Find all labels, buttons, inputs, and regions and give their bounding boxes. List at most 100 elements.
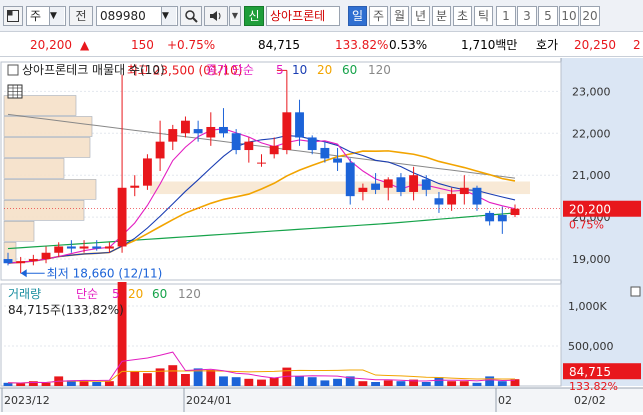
price-change-pct: +0.75% xyxy=(167,38,216,52)
turnover-pct: 0.53% xyxy=(389,38,428,52)
candle-body xyxy=(41,252,51,260)
candle-body xyxy=(282,112,292,151)
candle-body xyxy=(193,129,203,134)
volume-bar xyxy=(130,371,140,386)
bid-price: 2 xyxy=(633,38,641,52)
volume-profile-bar xyxy=(3,137,91,158)
volume-bar xyxy=(79,381,89,386)
candle-body xyxy=(396,177,406,192)
volume-profile-bar xyxy=(3,95,77,116)
market-select[interactable]: 주 ▼ xyxy=(26,6,66,26)
candle-body xyxy=(307,137,317,151)
interval-button-5[interactable]: 5 xyxy=(538,6,558,26)
tab-1[interactable]: 주 xyxy=(369,6,388,26)
stock-chart[interactable]: 23,00022,00021,00020,00019,000최고 23,500 … xyxy=(0,58,643,412)
tab-3[interactable]: 년 xyxy=(411,6,430,26)
candle-body xyxy=(447,194,457,205)
price-legend-name: 상아프론테크 매물대 수(10) xyxy=(22,63,165,77)
volume-bar xyxy=(269,378,279,386)
panel-close-icon[interactable] xyxy=(630,286,641,297)
volume-legend-ma-60: 60 xyxy=(152,287,167,301)
price-y-tick: 23,000 xyxy=(572,85,611,98)
tab-5[interactable]: 초 xyxy=(453,6,472,26)
tab-6[interactable]: 틱 xyxy=(474,6,493,26)
volume-profile-bar xyxy=(3,158,65,179)
volume-legend-ma-title: 단순 xyxy=(76,287,98,301)
period-button[interactable]: 전 xyxy=(69,6,93,26)
candle-body xyxy=(434,198,444,205)
volume-bar xyxy=(92,382,102,386)
candle-body xyxy=(181,120,190,134)
candle-body xyxy=(459,187,469,195)
volume-bar xyxy=(206,370,216,386)
x-axis-panel xyxy=(0,388,643,412)
candle-body xyxy=(66,246,76,249)
volume-bar xyxy=(320,380,330,386)
volume-bar xyxy=(459,381,469,386)
volume-bar xyxy=(383,380,393,386)
tab-4[interactable]: 분 xyxy=(432,6,451,26)
candle-body xyxy=(269,145,279,155)
up-arrow-icon: ▲ xyxy=(80,38,90,52)
chart-area: 23,000 22,000 21,000 20,000 19,000 최고 23,500 … xyxy=(0,58,643,412)
interval-button-20[interactable]: 20 xyxy=(580,6,600,26)
candle-body xyxy=(142,158,152,186)
trade-amount: 1,710백만 xyxy=(461,38,518,52)
volume-bar xyxy=(421,382,431,386)
price-legend-ma-title: 종가 단순 xyxy=(206,63,254,77)
volume-bar xyxy=(104,381,114,386)
interval-button-3[interactable]: 3 xyxy=(517,6,537,26)
stock-code-value: 089980 xyxy=(100,9,146,23)
chevron-down-icon[interactable]: ▼ xyxy=(49,7,64,25)
speaker-dropdown-icon[interactable]: ▼ xyxy=(229,6,241,26)
price-legend-ma-20: 20 xyxy=(317,63,332,77)
code-dropdown-icon[interactable]: ▼ xyxy=(161,7,176,25)
candle-body xyxy=(383,179,393,188)
volume-legend-ma-120: 120 xyxy=(178,287,201,301)
candle-body xyxy=(79,246,89,249)
candle-body xyxy=(117,187,127,247)
current-price-tag: 20,200 xyxy=(569,203,611,217)
interval-button-1[interactable]: 1 xyxy=(496,6,516,26)
ask-price: 20,250 xyxy=(574,38,616,52)
low-price-label: 최저 18,660 (12/11) xyxy=(47,266,163,280)
interval-button-10[interactable]: 10 xyxy=(559,6,579,26)
candle-body xyxy=(130,185,140,188)
candle-body xyxy=(104,246,114,249)
price-legend-ma-120: 120 xyxy=(368,63,391,77)
legend-toggle-icon[interactable] xyxy=(7,64,19,76)
volume-value-text: 84,715주(133,82%) xyxy=(8,303,124,317)
volume-bar xyxy=(472,382,482,386)
volume-bar xyxy=(181,374,190,386)
volume-bar xyxy=(231,377,241,386)
candle-body xyxy=(168,129,178,142)
volume-bar xyxy=(396,381,406,386)
candle-body xyxy=(510,208,520,216)
tab-2[interactable]: 월 xyxy=(390,6,409,26)
price-legend-ma-10: 10 xyxy=(292,63,307,77)
chart-background xyxy=(0,58,643,412)
market-label: 주 xyxy=(30,9,42,23)
stock-code-input[interactable]: 089980 ▼ xyxy=(96,6,178,26)
volume-y-tick: 1,000K xyxy=(568,300,607,313)
volume-bar xyxy=(295,376,304,386)
volume-bar xyxy=(257,379,266,386)
window-icon[interactable] xyxy=(3,6,23,26)
speaker-icon[interactable] xyxy=(204,6,228,26)
volume-bar xyxy=(497,381,507,386)
volume-bar xyxy=(142,373,152,386)
candle-body xyxy=(257,162,266,164)
volume-bar xyxy=(485,376,495,386)
stock-name: 상아프론테 xyxy=(266,6,340,26)
volume-profile-bar xyxy=(3,200,85,221)
candle-body xyxy=(54,246,64,253)
credit-badge: 신 xyxy=(244,6,264,26)
price-legend-ma-60: 60 xyxy=(342,63,357,77)
volume-legend-title: 거래량 xyxy=(8,287,41,301)
tab-0[interactable]: 일 xyxy=(348,6,367,26)
candle-body xyxy=(244,141,254,151)
price-legend-ma-5: 5 xyxy=(276,63,284,77)
candle-body xyxy=(206,126,216,138)
candle-body xyxy=(485,212,495,222)
search-icon[interactable] xyxy=(180,6,202,26)
